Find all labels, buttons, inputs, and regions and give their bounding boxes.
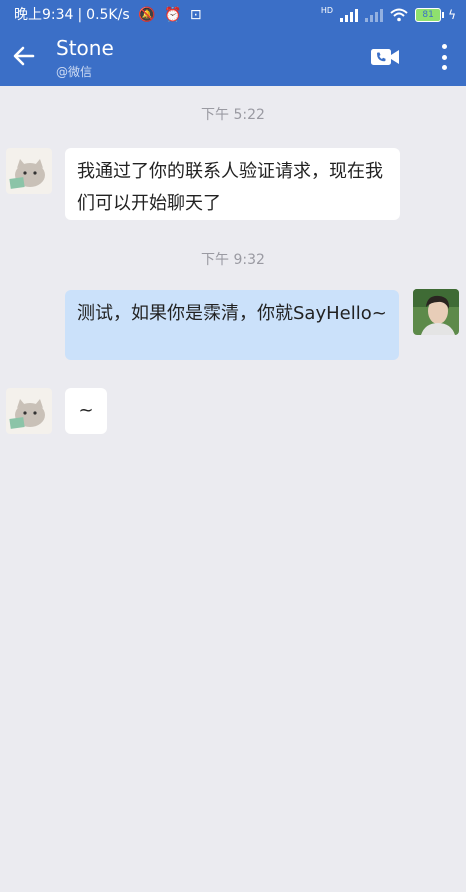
status-time: 晚上9:34 xyxy=(14,7,74,23)
message-bubble-outgoing[interactable]: 测试，如果你是霂清，你就SayHello~ xyxy=(65,290,399,360)
timestamp-label: 下午 9:32 xyxy=(201,252,265,268)
message-bubble-incoming[interactable]: 我通过了你的联系人验证请求，现在我们可以开始聊天了 xyxy=(65,148,400,220)
user-photo-icon xyxy=(413,289,459,335)
status-speed: 0.5K/s xyxy=(86,7,130,23)
video-call-button[interactable] xyxy=(370,47,400,67)
network-type: HD xyxy=(320,6,334,15)
wifi-icon xyxy=(390,8,408,22)
title-bar: Stone @微信 xyxy=(0,30,466,86)
nfc-icon: ⊡ xyxy=(189,7,202,23)
cat-avatar-icon xyxy=(6,148,52,194)
cat-avatar-icon xyxy=(6,388,52,434)
video-camera-icon xyxy=(371,49,399,65)
back-arrow-icon xyxy=(13,46,35,66)
signal-2-icon xyxy=(365,8,384,22)
app-header: 晚上9:34 | 0.5K/s 🔕 ⏰ ⊡ HD 81 ϟ Stone @微信 xyxy=(0,0,466,86)
contact-name: Stone xyxy=(56,36,114,60)
user-avatar[interactable] xyxy=(413,289,459,335)
more-options-button[interactable] xyxy=(434,42,454,72)
mute-icon: 🔕 xyxy=(138,7,156,23)
back-button[interactable] xyxy=(6,38,42,74)
status-bar: 晚上9:34 | 0.5K/s 🔕 ⏰ ⊡ HD 81 ϟ xyxy=(0,0,466,30)
charging-icon: ϟ xyxy=(448,8,456,22)
contact-avatar[interactable] xyxy=(6,148,52,194)
contact-source: @微信 xyxy=(56,65,93,79)
signal-icon xyxy=(340,8,359,22)
contact-avatar[interactable] xyxy=(6,388,52,434)
alarm-icon: ⏰ xyxy=(163,7,182,23)
message-bubble-incoming[interactable]: ~ xyxy=(65,388,107,434)
battery-icon: 81 xyxy=(415,8,445,22)
timestamp-label: 下午 5:22 xyxy=(201,107,265,123)
